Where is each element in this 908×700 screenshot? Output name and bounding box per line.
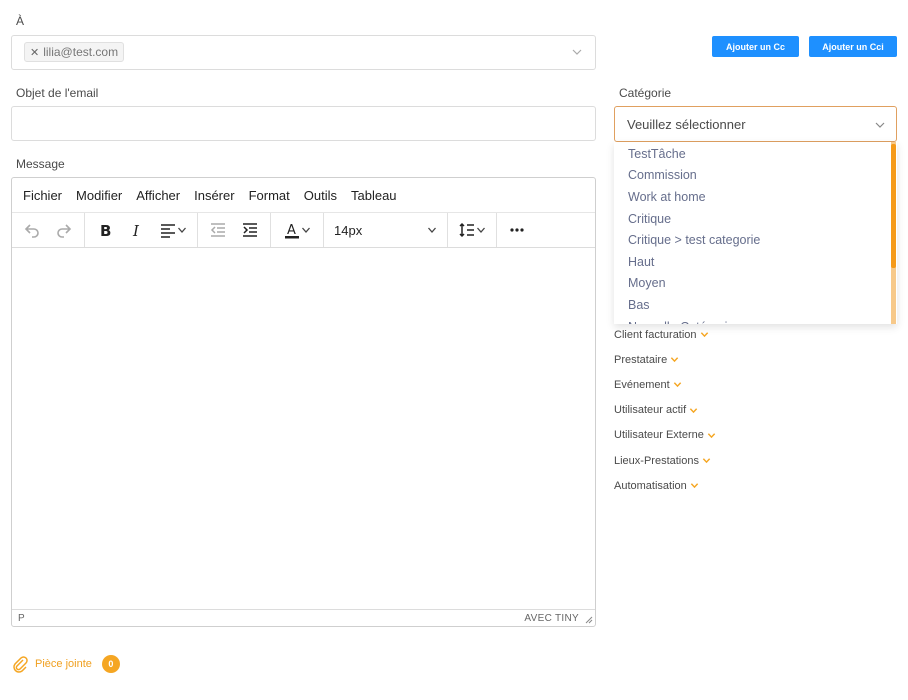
remove-recipient-icon[interactable]: ✕ [30,46,39,59]
attachment-label: Pièce jointe [35,658,92,670]
menu-table[interactable]: Tableau [351,188,397,203]
font-size-value: 14px [334,222,363,238]
variable-group[interactable]: Prestataire [614,347,894,372]
indent-button[interactable] [236,217,264,243]
add-cc-button[interactable]: Ajouter un Cc [712,36,799,57]
menu-file[interactable]: Fichier [23,188,62,203]
editor-content-area[interactable] [12,249,595,610]
undo-icon [24,224,39,238]
rich-text-editor: Fichier Modifier Afficher Insérer Format… [11,177,596,627]
outdent-button[interactable] [204,217,232,243]
font-size-select[interactable]: 14px [324,213,448,247]
chevron-down-icon [428,227,436,233]
text-color-button[interactable]: A [277,217,317,243]
variable-group[interactable]: Automatisation [614,473,894,498]
chevron-down-icon[interactable] [571,46,583,58]
chevron-down-icon [690,483,698,489]
variable-group[interactable]: Utilisateur Externe [614,423,894,448]
menu-format[interactable]: Format [249,188,290,203]
category-option[interactable]: Critique > test categorie [614,229,897,251]
outdent-icon [210,223,225,237]
redo-icon [57,224,72,238]
element-path[interactable]: P [18,613,25,624]
category-option[interactable]: Haut [614,251,897,273]
powered-by-tiny[interactable]: AVEC TINY [524,613,579,624]
align-button[interactable] [155,217,191,243]
align-left-icon [161,224,175,238]
menu-edit[interactable]: Modifier [76,188,122,203]
variable-group[interactable]: Utilisateur actif [614,398,894,423]
bold-icon: B [100,222,111,239]
variable-group[interactable]: Evénement [614,372,894,397]
line-height-icon [459,222,474,238]
chevron-down-icon [671,357,679,363]
add-cci-button[interactable]: Ajouter un Cci [809,36,897,57]
italic-button[interactable]: I [123,217,151,243]
recipient-email: lilia@test.com [43,45,119,59]
attachment-link[interactable]: Pièce jointe 0 [11,655,120,673]
italic-icon: I [132,222,140,239]
attachment-count-badge: 0 [101,655,120,673]
chevron-down-icon [689,407,698,413]
redo-button[interactable] [50,217,78,243]
svg-text:I: I [132,222,140,239]
category-selected-value: Veuillez sélectionner [627,116,746,132]
more-options-button[interactable] [503,217,531,243]
category-option[interactable]: Critique [614,208,897,230]
to-field[interactable]: ✕ lilia@test.com [11,35,596,70]
subject-label: Objet de l'email [16,86,99,100]
line-height-button[interactable] [454,217,490,243]
recipient-chip[interactable]: ✕ lilia@test.com [24,42,125,62]
indent-icon [243,223,257,237]
editor-toolbar: B I A 14px [12,213,595,248]
dropdown-scrollbar-thumb[interactable] [891,144,896,268]
message-label: Message [16,157,65,171]
category-select[interactable]: Veuillez sélectionner [614,106,897,142]
subject-input[interactable] [11,106,596,141]
variable-group[interactable]: Lieux-Prestations [614,448,894,473]
chevron-down-icon [477,227,485,233]
chevron-down-icon [700,332,708,338]
category-option[interactable]: Work at home [614,186,897,208]
menu-insert[interactable]: Insérer [194,188,234,203]
editor-statusbar: P AVEC TINY [12,609,595,626]
category-option[interactable]: Commission [614,165,897,187]
chevron-down-icon [302,227,310,233]
resize-handle-icon[interactable] [585,616,593,624]
bold-button[interactable]: B [91,217,119,243]
menu-tools[interactable]: Outils [304,188,337,203]
chevron-down-icon [178,227,186,233]
category-label: Catégorie [619,86,672,100]
chevron-down-icon [707,433,716,439]
category-option[interactable]: Bas [614,294,897,316]
paperclip-icon [13,656,28,673]
svg-text:B: B [100,222,111,239]
variable-groups: Client facturation Prestataire Evénement… [614,322,894,498]
text-color-icon: A [285,223,299,239]
chevron-down-icon [875,122,885,128]
chevron-down-icon [702,458,711,464]
svg-text:A: A [287,223,296,238]
menu-view[interactable]: Afficher [136,188,180,203]
undo-button[interactable] [18,217,46,243]
variable-group[interactable]: Client facturation [614,322,894,347]
category-dropdown[interactable]: TestTâche Commission Work at home Critiq… [614,142,897,324]
category-option[interactable]: TestTâche [614,143,897,165]
more-icon [510,228,524,232]
to-label: À [16,14,25,28]
chevron-down-icon [673,382,681,388]
category-option[interactable]: Moyen [614,273,897,295]
editor-menubar: Fichier Modifier Afficher Insérer Format… [12,178,595,213]
